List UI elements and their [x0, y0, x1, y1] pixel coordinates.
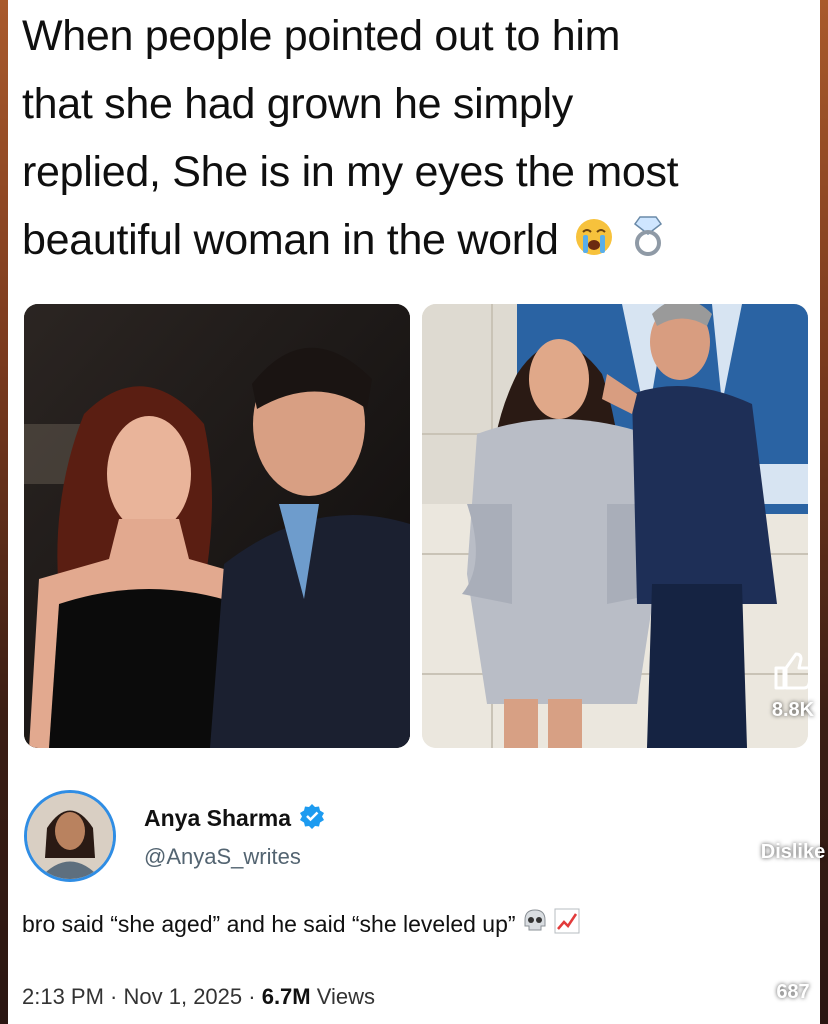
avatar[interactable] — [24, 790, 116, 882]
post-headline: When people pointed out to him that she … — [22, 2, 802, 277]
views-count: 6.7M — [261, 984, 311, 1009]
post-card: When people pointed out to him that she … — [8, 0, 820, 1024]
like-action[interactable]: 8.8K — [758, 648, 828, 722]
views-label: Views — [310, 984, 376, 1009]
author-name[interactable]: Anya Sharma — [144, 805, 291, 832]
dislike-label: Dislike — [760, 841, 826, 863]
reply-text: bro said “she aged” and he said “she lev… — [22, 910, 516, 937]
chart-increasing-icon — [554, 908, 580, 940]
meta-separator: · — [103, 984, 124, 1009]
skull-icon — [522, 908, 548, 940]
meta-separator: · — [242, 984, 262, 1009]
post-date: Nov 1, 2025 — [123, 984, 243, 1009]
thumbs-down-icon — [758, 790, 828, 841]
headline-line-4-text: beautiful woman in the world — [22, 216, 559, 264]
headline-line-1: When people pointed out to him — [22, 12, 621, 60]
thumbs-up-icon — [758, 648, 828, 699]
verified-badge-icon — [299, 803, 325, 834]
comment-action[interactable]: 687 — [758, 930, 828, 1004]
dislike-action[interactable]: Dislike — [758, 790, 828, 864]
author-handle[interactable]: @AnyaS_writes — [144, 844, 301, 870]
photo-couple-young — [24, 304, 410, 748]
ring-icon — [630, 209, 666, 277]
headline-line-4: beautiful woman in the world — [22, 206, 802, 277]
post-time: 2:13 PM — [22, 984, 104, 1009]
like-count: 8.8K — [771, 699, 815, 721]
comment-count: 687 — [776, 981, 810, 1003]
photo-couple-recent — [422, 304, 808, 748]
headline-line-2: that she had grown he simply — [22, 80, 573, 128]
author-name-row: Anya Sharma — [144, 803, 325, 834]
reply-text-row: bro said “she aged” and he said “she lev… — [22, 908, 580, 940]
post-meta: 2:13 PM · Nov 1, 2025 · 6.7M Views — [22, 984, 375, 1010]
comment-icon — [758, 930, 828, 981]
headline-line-3: replied, She is in my eyes the most — [22, 148, 679, 196]
crying-face-icon — [574, 209, 614, 277]
